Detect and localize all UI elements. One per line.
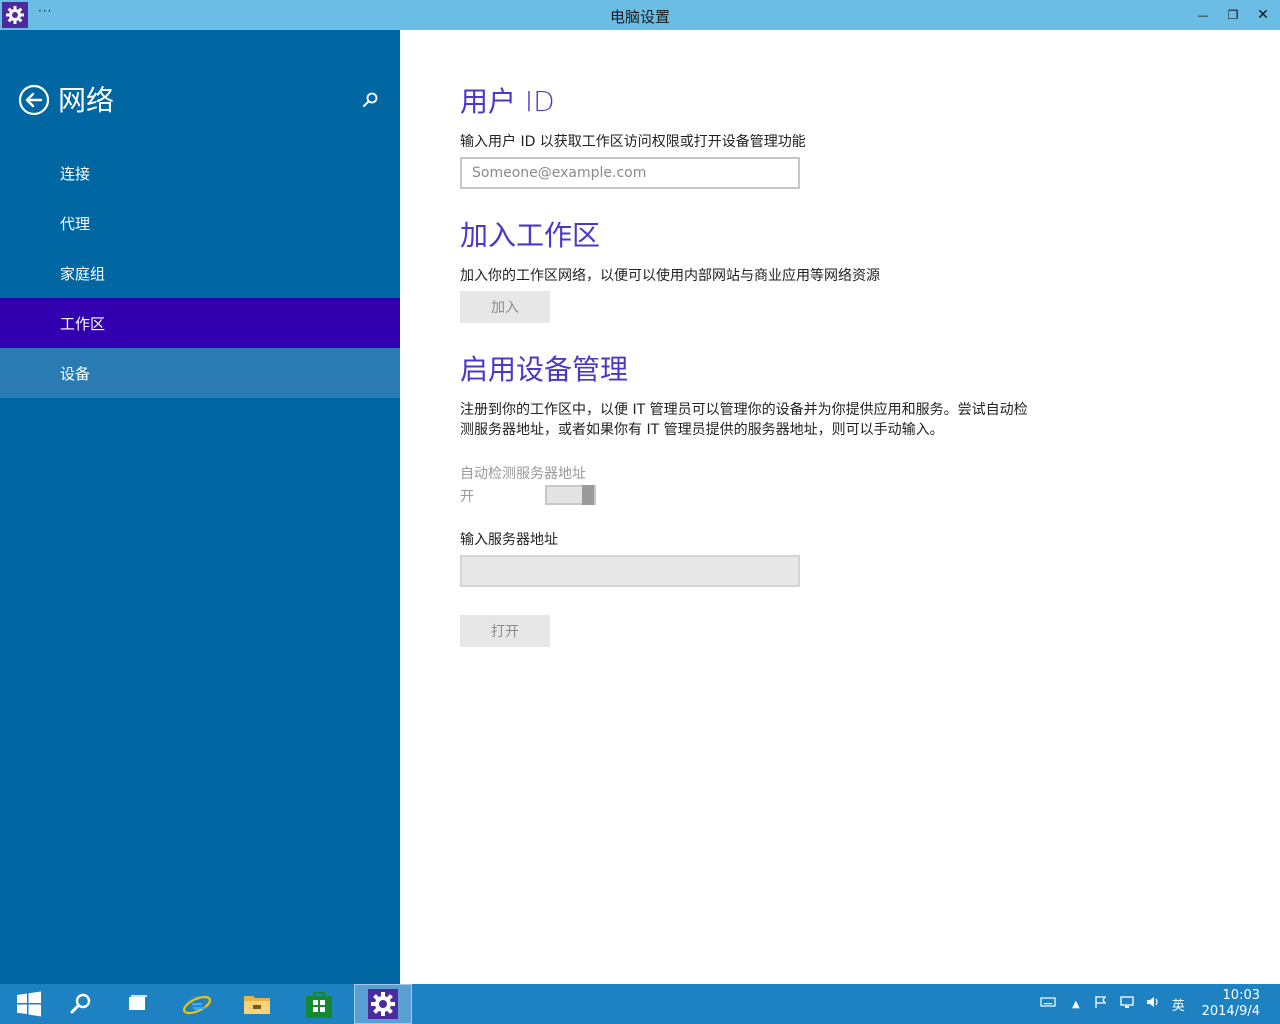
back-arrow-icon [18, 84, 50, 116]
file-explorer-button[interactable] [228, 984, 286, 1024]
minimize-icon: — [1197, 8, 1209, 22]
join-button[interactable]: 加入 [460, 291, 550, 323]
system-clock[interactable]: 10:03 2014/9/4 [1202, 988, 1260, 1020]
sidebar-item-label: 连接 [60, 164, 91, 183]
store-icon [306, 992, 332, 1018]
volume-icon[interactable] [1146, 995, 1160, 1013]
keyboard-icon[interactable] [1040, 996, 1056, 1012]
taskbar: ▲ 英 10:03 2014/9/4 [0, 984, 1280, 1024]
search-icon [363, 92, 378, 107]
sidebar-item-workplace[interactable]: 工作区 [0, 298, 400, 348]
sidebar-nav: 连接 代理 家庭组 工作区 设备 [0, 148, 400, 398]
user-id-input[interactable] [460, 157, 800, 189]
sidebar-item-connections[interactable]: 连接 [0, 148, 400, 198]
device-management-description-line1: 注册到你的工作区中，以便 IT 管理员可以管理你的设备并为你提供应用和服务。尝试… [460, 402, 1028, 418]
app-menu-button[interactable]: ··· [38, 4, 52, 18]
search-icon [70, 993, 91, 1014]
task-view-icon [129, 995, 147, 1010]
close-button[interactable]: ✕ [1248, 0, 1278, 30]
start-button[interactable] [0, 984, 58, 1024]
task-view-button[interactable] [108, 984, 166, 1024]
user-id-heading: 用户 ID [460, 85, 555, 118]
open-button[interactable]: 打开 [460, 615, 550, 647]
sidebar-item-homegroup[interactable]: 家庭组 [0, 248, 400, 298]
device-management-heading: 启用设备管理 [460, 353, 629, 386]
server-address-input[interactable] [460, 555, 800, 587]
main-content: 用户 ID 输入用户 ID 以获取工作区访问权限或打开设备管理功能 加入工作区 … [400, 30, 1280, 984]
windows-logo-icon [17, 991, 41, 1017]
join-workplace-description: 加入你的工作区网络，以便可以使用内部网站与商业应用等网络资源 [460, 268, 880, 284]
close-icon: ✕ [1257, 7, 1269, 23]
sidebar-item-devices[interactable]: 设备 [0, 348, 400, 398]
clock-date: 2014/9/4 [1201, 1004, 1260, 1019]
ime-indicator[interactable]: 英 [1172, 995, 1185, 1014]
settings-app-icon[interactable] [2, 2, 28, 28]
minimize-button[interactable]: — [1188, 0, 1218, 30]
network-icon[interactable] [1120, 995, 1134, 1013]
back-button[interactable] [18, 84, 50, 116]
restore-icon: ❐ [1227, 8, 1239, 22]
sidebar-item-label: 家庭组 [60, 264, 106, 283]
sidebar: 网络 连接 代理 家庭组 工作区 设备 [0, 30, 400, 984]
settings-gear-icon [368, 989, 398, 1019]
restore-button[interactable]: ❐ [1218, 0, 1248, 30]
sidebar-item-label: 工作区 [60, 314, 106, 333]
internet-explorer-icon [182, 995, 212, 1015]
store-button[interactable] [290, 984, 348, 1024]
action-center-flag-icon[interactable] [1094, 995, 1108, 1013]
system-tray: ▲ 英 [1040, 984, 1185, 1024]
toggle-knob [582, 485, 594, 505]
user-id-description: 输入用户 ID 以获取工作区访问权限或打开设备管理功能 [460, 134, 806, 150]
join-workplace-heading: 加入工作区 [460, 219, 601, 252]
toggle-state-label: 开 [460, 489, 474, 505]
clock-time: 10:03 [1222, 988, 1260, 1003]
title-bar: ··· 电脑设置 — ❐ ✕ [0, 0, 1280, 30]
search-taskbar-button[interactable] [52, 984, 110, 1024]
sidebar-item-label: 代理 [60, 214, 91, 233]
gear-icon [6, 6, 24, 24]
sidebar-item-label: 设备 [60, 364, 91, 383]
server-address-label: 输入服务器地址 [460, 532, 558, 548]
search-button[interactable] [358, 88, 382, 112]
window-title: 电脑设置 [609, 8, 670, 26]
auto-detect-toggle[interactable] [545, 485, 596, 505]
pc-settings-taskbar-button[interactable] [354, 984, 412, 1024]
device-management-description-line2: 测服务器地址，或者如果你有 IT 管理员提供的服务器地址，则可以手动输入。 [460, 422, 944, 438]
internet-explorer-button[interactable] [168, 984, 226, 1024]
folder-icon [244, 996, 270, 1014]
section-title: 网络 [58, 84, 115, 117]
auto-detect-label: 自动检测服务器地址 [460, 466, 586, 482]
show-hidden-icons-icon[interactable]: ▲ [1072, 999, 1080, 1010]
sidebar-item-proxy[interactable]: 代理 [0, 198, 400, 248]
